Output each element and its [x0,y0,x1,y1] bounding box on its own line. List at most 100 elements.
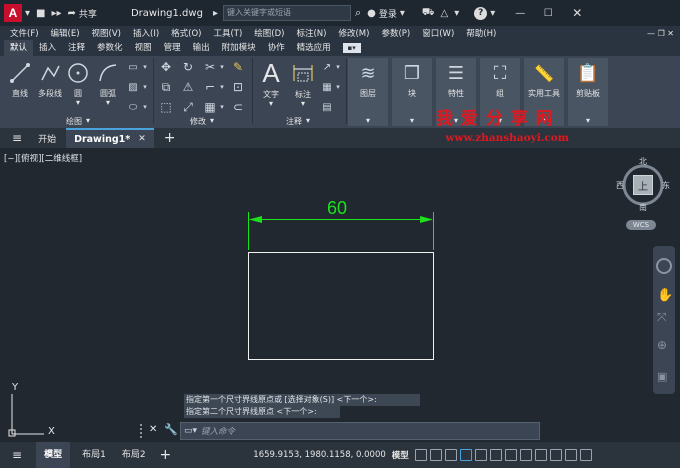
erase-icon[interactable]: ✎ [230,60,246,74]
help-icon[interactable]: ? [474,6,488,20]
autodesk-icon[interactable]: △ [441,8,449,19]
tab-view[interactable]: 视图 [129,40,158,56]
compass-east[interactable]: 东 [662,180,670,191]
panel-modify-caret-icon[interactable]: ▾ [210,116,214,125]
rotate-icon[interactable]: ↻ [180,60,196,74]
cart-icon[interactable]: ⛟ [422,7,435,20]
table-icon[interactable]: ▦ [320,80,334,94]
showmotion-icon[interactable]: ▣ [657,370,667,383]
panel-annotation-caret-icon[interactable]: ▾ [306,116,310,125]
snap-icon[interactable] [429,449,442,461]
command-input[interactable]: ▭▾ 键入命令 [180,422,540,440]
compass-south[interactable]: 南 [639,202,647,213]
line-button[interactable]: 直线 [6,88,34,99]
move-icon[interactable]: ✥ [158,60,174,74]
panel-draw-caret-icon[interactable]: ▾ [86,116,90,125]
share-icon[interactable]: ➦ [68,8,76,19]
steering-wheel-icon[interactable] [656,258,672,274]
rectangle-caret-icon[interactable]: ▾ [141,60,149,74]
ellipse-icon[interactable]: ⬭ [126,100,140,114]
tab-close-icon[interactable]: ✕ [138,134,146,144]
trim-icon[interactable]: ✂ [202,60,218,74]
layers-button[interactable]: 图层 [352,88,384,99]
orbit-icon[interactable]: ⊕ [657,338,667,352]
group-button[interactable]: 组 [484,88,516,99]
offset-icon[interactable]: ⊂ [230,100,246,114]
start-tab[interactable]: 开始 [38,132,56,145]
block-icon[interactable]: ❒ [398,60,426,86]
tab-output[interactable]: 输出 [187,40,216,56]
drawing-tab[interactable]: Drawing1* ✕ [66,128,154,148]
new-tab-icon[interactable]: + [164,130,176,146]
menu-insert[interactable]: 插入(I) [127,27,165,39]
fullscreen-icon[interactable] [564,449,577,461]
command-line-grip-icon[interactable] [140,424,146,438]
osnap-icon[interactable] [474,449,487,461]
compass-north[interactable]: 北 [639,156,647,167]
new-layout-icon[interactable]: + [160,447,172,463]
menu-draw[interactable]: 绘图(D) [248,27,290,39]
menu-dimension[interactable]: 标注(N) [290,27,332,39]
app-menu-caret-icon[interactable]: ▾ [25,8,30,19]
hardware-accel-icon[interactable] [549,449,562,461]
menu-view[interactable]: 视图(V) [86,27,127,39]
line-icon[interactable] [8,60,32,86]
title-more-icon[interactable]: ▸ [213,8,218,19]
workspace-icon[interactable] [519,449,532,461]
tab-insert[interactable]: 插入 [33,40,62,56]
wcs-menu[interactable]: WCS [626,220,656,230]
leader-caret-icon[interactable]: ▾ [334,60,342,74]
annotation-scale-icon[interactable] [504,449,517,461]
utilities-button[interactable]: 实用工具 [524,88,564,99]
isolate-icon[interactable] [534,449,547,461]
ortho-icon[interactable] [444,449,457,461]
layout-menu-icon[interactable]: ≡ [12,448,22,462]
command-customize-icon[interactable]: 🔧 [164,423,178,436]
scale-icon[interactable]: ⤢ [180,100,196,114]
pan-icon[interactable]: ✋ [657,288,673,303]
help-caret-icon[interactable]: ▾ [490,8,495,19]
polyline-icon[interactable] [38,60,62,86]
explode-icon[interactable]: ⊡ [230,80,246,94]
tab-annotate[interactable]: 注释 [62,40,91,56]
compass-west[interactable]: 西 [616,180,624,191]
lineweight-icon[interactable] [489,449,502,461]
measure-icon[interactable]: 📏 [530,60,558,86]
save-icon[interactable]: ■ [36,8,45,19]
dimension-text[interactable]: 60 [327,198,347,219]
grid-icon[interactable] [414,449,427,461]
clipboard-icon[interactable]: 📋 [574,60,602,86]
viewcube-top-face[interactable]: 上 [633,175,653,195]
circle-caret-icon[interactable]: ▾ [72,98,84,107]
hatch-icon[interactable]: ▨ [126,80,140,94]
drawing-canvas[interactable]: [−][俯视][二维线框] 60 Y X 北 西 东 南 上 WCS ✋ ⤧ ⊕… [0,148,680,440]
tab-default[interactable]: 默认 [4,40,34,56]
layout1-tab[interactable]: 布局1 [74,442,114,468]
minimize-icon[interactable]: — [510,8,530,19]
copy-icon[interactable]: ⧉ [158,80,174,94]
search-icon[interactable]: ⌕ [355,6,361,20]
panel-modify-label[interactable]: 修改 [190,116,206,127]
fillet-icon[interactable]: ⌐ [202,80,218,94]
layers-icon[interactable]: ≋ [354,60,382,86]
panel-draw-label[interactable]: 绘图 [66,116,82,127]
tab-collaborate[interactable]: 协作 [262,40,291,56]
block-button[interactable]: 块 [396,88,428,99]
arc-caret-icon[interactable]: ▾ [102,98,114,107]
menu-modify[interactable]: 修改(M) [332,27,375,39]
properties-icon[interactable]: ☰ [442,60,470,86]
hatch-caret-icon[interactable]: ▾ [141,80,149,94]
menu-file[interactable]: 文件(F) [0,27,45,39]
zoom-extents-icon[interactable]: ⤧ [657,310,667,325]
array-icon[interactable]: ▦ [202,100,218,114]
clipboard-caret-icon[interactable]: ▾ [580,116,596,125]
rectangle-icon[interactable]: ▭ [126,60,140,74]
command-close-icon[interactable]: ✕ [149,424,157,435]
arc-icon[interactable] [96,60,120,86]
menu-parametric[interactable]: 参数(P) [375,27,416,39]
text-caret-icon[interactable]: ▾ [264,99,278,108]
menu-window[interactable]: 窗口(W) [416,27,460,39]
tab-manage[interactable]: 管理 [158,40,187,56]
model-space-label[interactable]: 模型 [392,449,409,461]
login-caret-icon[interactable]: ▾ [400,8,405,19]
